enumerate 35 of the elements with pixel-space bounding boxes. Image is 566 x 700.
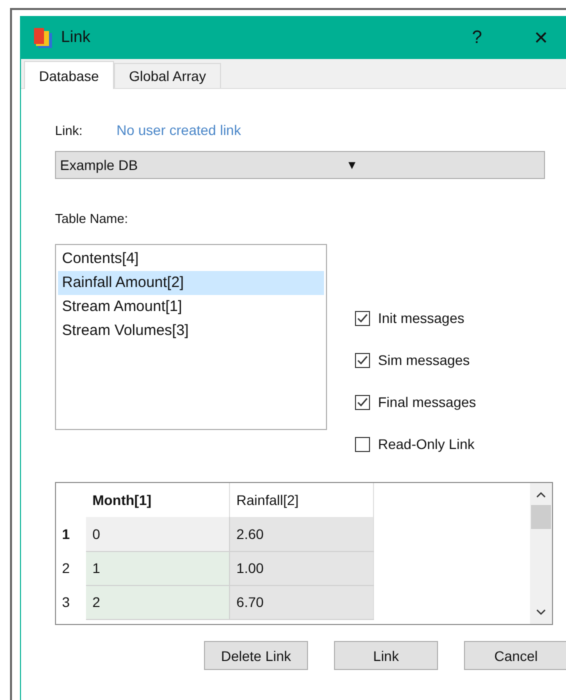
table-cell: 1.00 [230, 551, 374, 585]
link-label: Link: [55, 122, 82, 138]
window-title: Link [61, 28, 90, 46]
checkbox-label: Init messages [378, 310, 464, 326]
dialog-button[interactable]: Link [334, 641, 438, 670]
checkbox-label: Read-Only Link [378, 436, 474, 452]
checkbox[interactable] [355, 310, 370, 326]
scrollbar[interactable] [530, 483, 552, 624]
checkbox-label: Sim messages [378, 352, 470, 368]
close-button[interactable]: ✕ [516, 16, 566, 59]
tab[interactable]: Database [24, 61, 114, 89]
tab[interactable]: Global Array [114, 63, 221, 88]
dialog-button[interactable]: Delete Link [204, 641, 308, 670]
table-name-label: Table Name: [55, 211, 129, 226]
scroll-down-icon[interactable] [535, 608, 547, 616]
table-cell: 0 [86, 517, 230, 551]
table-list-item[interactable]: Rainfall Amount[2] [58, 271, 324, 295]
checkbox[interactable] [355, 394, 370, 410]
table-cell: 2 [86, 585, 230, 619]
table-list-item[interactable]: Stream Amount[1] [58, 295, 324, 319]
table-list-item[interactable]: Contents[4] [58, 247, 324, 271]
table-cell: 1 [86, 551, 230, 585]
table-list-item[interactable]: Stream Volumes[3] [58, 319, 324, 343]
scroll-thumb[interactable] [531, 505, 551, 529]
table-cell: 6.70 [230, 585, 374, 619]
dialog-button[interactable]: Cancel [464, 641, 566, 670]
link-status: No user created link [116, 122, 241, 138]
checkbox-label: Final messages [378, 394, 476, 410]
scroll-up-icon[interactable] [535, 491, 547, 499]
app-icon [33, 26, 53, 48]
database-dropdown[interactable]: Example DB ▼ [55, 151, 545, 179]
checkbox[interactable] [355, 352, 370, 368]
help-button[interactable]: ? [452, 16, 502, 59]
table-cell: 2.60 [230, 517, 374, 551]
checkbox[interactable] [355, 436, 370, 452]
